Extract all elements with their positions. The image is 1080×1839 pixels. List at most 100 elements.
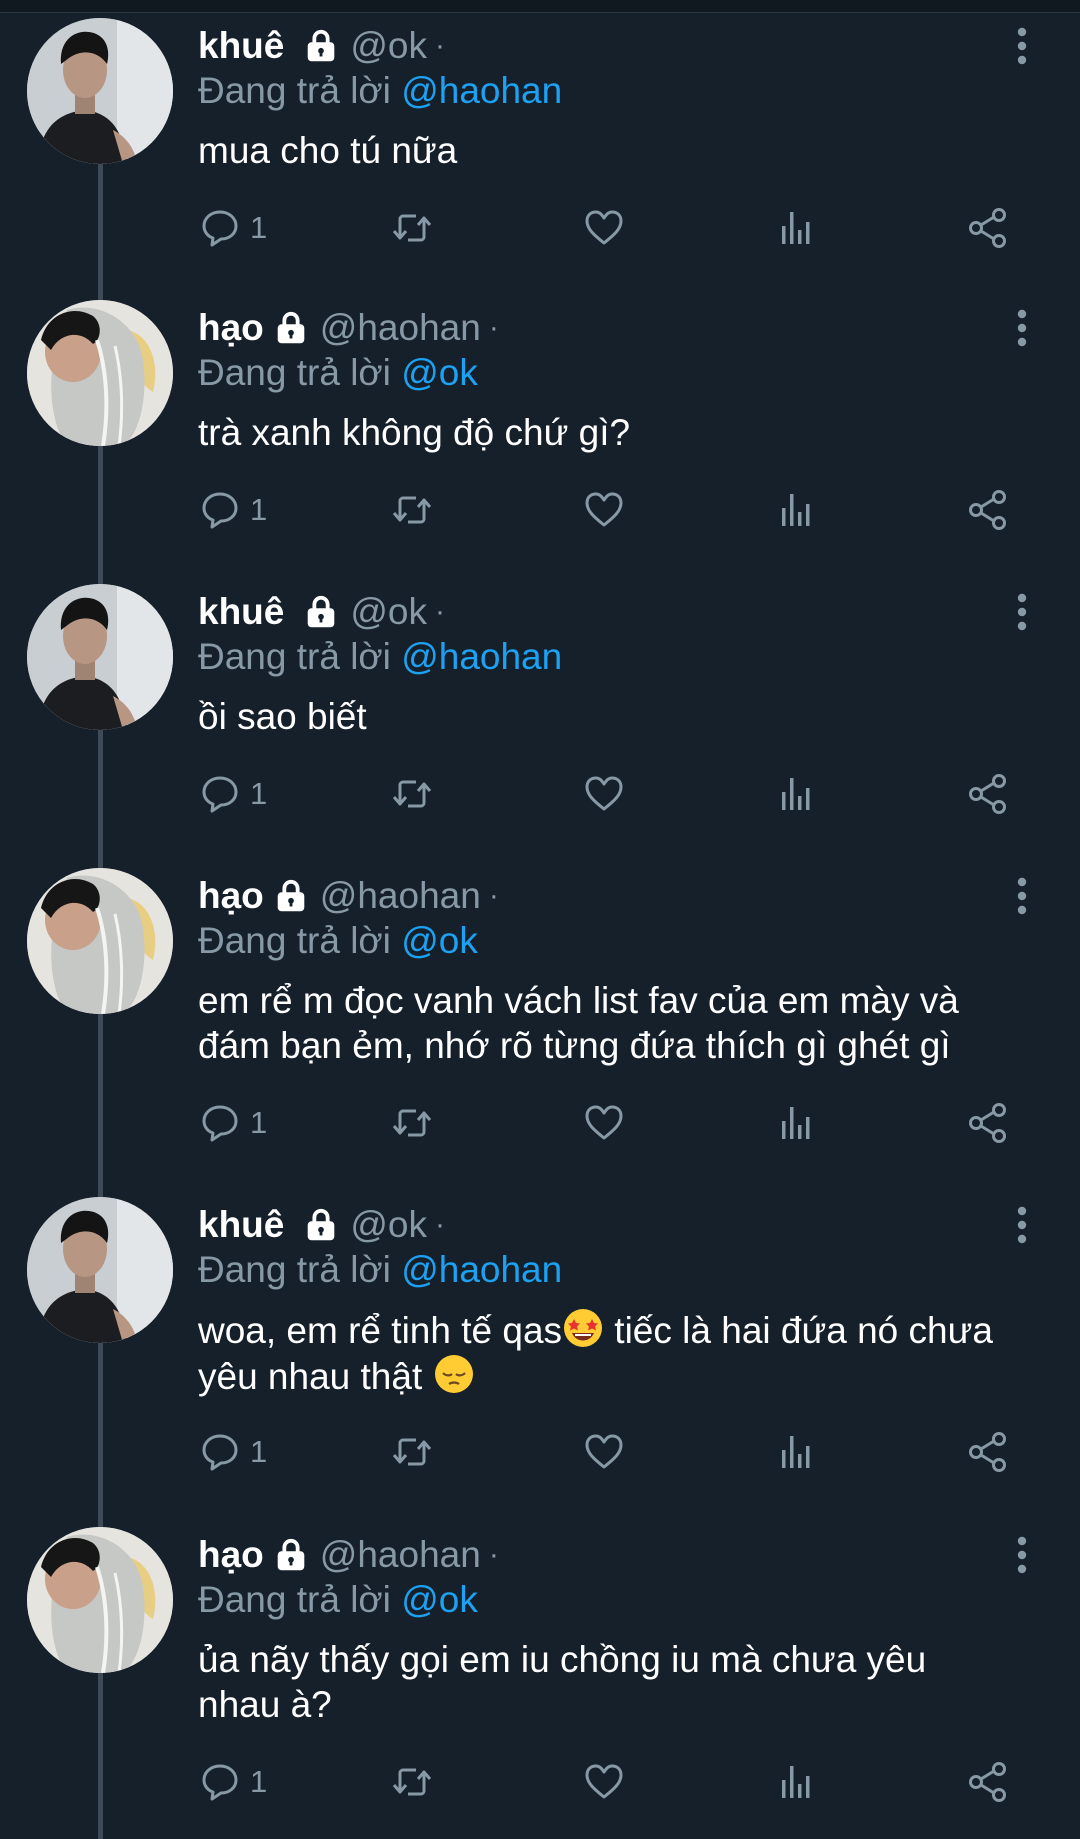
avatar[interactable] [27,18,173,164]
tweet[interactable]: hạo @haohan · Đang trả lời @ok em rể m đ… [0,868,1080,1188]
share-button[interactable] [966,1757,1010,1807]
tweet[interactable]: hạo @haohan · Đang trả lời @ok trà xanh … [0,300,1080,570]
tweet-text-segment: yêu nhau thật [198,1356,433,1397]
tweet-text: mua cho tú nữa [198,128,1048,173]
analytics-icon [774,1760,818,1804]
like-button[interactable] [582,203,626,253]
reply-button[interactable]: 1 [198,203,267,253]
user-handle[interactable]: @ok [350,25,427,67]
user-handle[interactable]: @haohan [320,1534,481,1576]
tweet-text: ủa nãy thấy gọi em iu chồng iu mà chưa y… [198,1637,1048,1727]
display-name[interactable]: hạo [198,1534,264,1576]
retweet-button[interactable] [390,1757,434,1807]
mention-link[interactable]: @ok [401,920,478,961]
reply-prefix: Đang trả lời [198,920,391,961]
reply-button[interactable]: 1 [198,485,267,535]
heart-icon [582,772,626,816]
user-handle[interactable]: @ok [350,591,427,633]
reply-button[interactable]: 1 [198,1427,267,1477]
tweet-line: mua cho tú nữa [198,130,458,171]
tweet-text: trà xanh không độ chứ gì? [198,410,1048,455]
top-divider [0,0,1080,13]
user-handle[interactable]: @ok [350,1204,427,1246]
user-handle[interactable]: @haohan [320,307,481,349]
reply-button[interactable]: 1 [198,1757,267,1807]
share-button[interactable] [966,1098,1010,1148]
mention-link[interactable]: @haohan [401,1249,562,1290]
like-button[interactable] [582,1098,626,1148]
display-name[interactable]: hạo [198,875,264,917]
analytics-icon [774,1430,818,1474]
replying-to: Đang trả lời @haohan [198,1249,562,1291]
tweet-actions: 1 [198,769,1018,819]
retweet-button[interactable] [390,485,434,535]
retweet-button[interactable] [390,1098,434,1148]
retweet-button[interactable] [390,1427,434,1477]
tweet-line: trà xanh không độ chứ gì? [198,412,631,453]
tweet[interactable]: hạo @haohan · Đang trả lời @ok ủa nãy th… [0,1527,1080,1837]
reply-count: 1 [250,1105,268,1140]
mention-link[interactable]: @ok [401,352,478,393]
mention-link[interactable]: @haohan [401,636,562,677]
tweet[interactable]: khuê @ok · Đang trả lời @haohan woa, em … [0,1197,1080,1517]
analytics-button[interactable] [774,485,818,535]
display-name[interactable]: khuê [198,591,284,633]
share-icon [966,206,1010,250]
reply-button[interactable]: 1 [198,769,267,819]
mention-link[interactable]: @ok [401,1579,478,1620]
like-button[interactable] [582,485,626,535]
display-name[interactable]: khuê [198,25,284,67]
tweet-actions: 1 [198,203,1018,253]
more-icon[interactable] [1008,1535,1036,1575]
share-button[interactable] [966,203,1010,253]
retweet-icon [390,1760,434,1804]
heart-icon [582,488,626,532]
lock-icon [302,593,340,631]
analytics-icon [774,206,818,250]
more-icon[interactable] [1008,308,1036,348]
reply-button[interactable]: 1 [198,1098,267,1148]
share-button[interactable] [966,485,1010,535]
avatar[interactable] [27,1197,173,1343]
analytics-button[interactable] [774,769,818,819]
tweet-line: nhau à? [198,1684,332,1725]
retweet-button[interactable] [390,203,434,253]
separator-dot: · [488,1538,499,1571]
retweet-icon [390,1101,434,1145]
share-button[interactable] [966,1427,1010,1477]
retweet-icon [390,206,434,250]
mention-link[interactable]: @haohan [401,70,562,111]
retweet-button[interactable] [390,769,434,819]
display-name[interactable]: hạo [198,307,264,349]
more-icon[interactable] [1008,876,1036,916]
avatar[interactable] [27,300,173,446]
display-name[interactable]: khuê [198,1204,284,1246]
analytics-button[interactable] [774,203,818,253]
reply-icon [198,1430,242,1474]
tweet[interactable]: khuê @ok · Đang trả lời @haohan ồi sao b… [0,584,1080,854]
share-button[interactable] [966,769,1010,819]
avatar[interactable] [27,1527,173,1673]
like-button[interactable] [582,769,626,819]
avatar[interactable] [27,868,173,1014]
heart-icon [582,206,626,250]
analytics-button[interactable] [774,1427,818,1477]
more-icon[interactable] [1008,1205,1036,1245]
reply-prefix: Đang trả lời [198,1579,391,1620]
analytics-button[interactable] [774,1757,818,1807]
analytics-button[interactable] [774,1098,818,1148]
share-icon [966,1101,1010,1145]
more-icon[interactable] [1008,592,1036,632]
reply-prefix: Đang trả lời [198,1249,391,1290]
reply-prefix: Đang trả lời [198,636,391,677]
more-icon[interactable] [1008,26,1036,66]
tweet[interactable]: khuê @ok · Đang trả lời @haohan mua cho … [0,18,1080,288]
lock-icon [302,1206,340,1244]
heart-icon [582,1101,626,1145]
avatar[interactable] [27,584,173,730]
like-button[interactable] [582,1757,626,1807]
star-struck-emoji [562,1307,604,1349]
user-handle[interactable]: @haohan [320,875,481,917]
like-button[interactable] [582,1427,626,1477]
tweet-line: woa, em rể tinh tế qas tiếc là hai đứa n… [198,1307,1048,1353]
